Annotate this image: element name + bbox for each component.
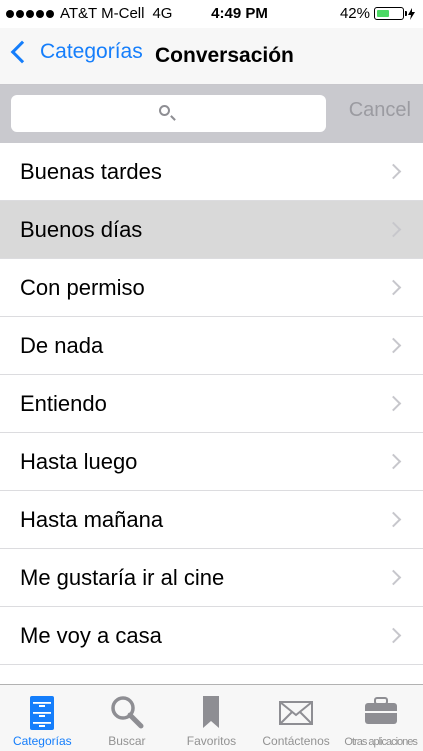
list-item[interactable]: Buenas tardes <box>0 143 423 201</box>
status-right: 42% <box>340 5 415 22</box>
list-item-label: De nada <box>20 333 104 358</box>
list-item[interactable]: Con permiso <box>0 259 423 317</box>
list-item-label: Me gustaría ir al cine <box>20 565 225 590</box>
chevron-left-icon <box>10 40 34 64</box>
chevron-right-icon <box>385 569 402 586</box>
search-bar: Cancel <box>0 85 423 143</box>
search-input[interactable] <box>11 95 326 132</box>
chevron-right-icon <box>385 337 402 354</box>
clock: 4:49 PM <box>211 5 268 22</box>
search-icon <box>111 696 144 729</box>
tab-label: Otras aplicaciones <box>344 736 417 748</box>
chevron-right-icon <box>385 395 402 412</box>
list-item[interactable]: Me gustaría ir al cine <box>0 549 423 607</box>
list-item[interactable]: Hasta mañana <box>0 491 423 549</box>
chevron-right-icon <box>385 163 402 180</box>
tab-buscar[interactable]: Buscar <box>85 685 170 751</box>
chevron-right-icon <box>385 279 402 296</box>
list-item[interactable]: Entiendo <box>0 375 423 433</box>
tab-contactenos[interactable]: Contáctenos <box>254 685 339 751</box>
list-item[interactable]: Hasta luego <box>0 433 423 491</box>
briefcase-icon <box>364 697 397 724</box>
list-item-label: Con permiso <box>20 275 145 300</box>
back-button[interactable]: Categorías <box>10 40 143 64</box>
battery-percent: 42% <box>339 5 370 22</box>
list-item-selected[interactable]: Buenos días <box>0 201 423 259</box>
list-item-label: Buenas tardes <box>20 159 162 184</box>
search-icon <box>159 105 170 116</box>
tab-otras-aplicaciones[interactable]: Otras aplicaciones <box>338 685 423 751</box>
back-button-label: Categorías <box>40 40 143 63</box>
tab-label: Categorías <box>12 734 72 748</box>
phrase-list: Buenas tardes Buenos días Con permiso De… <box>0 143 423 665</box>
chevron-right-icon <box>385 511 402 528</box>
tab-label: Buscar <box>108 734 146 748</box>
charging-icon <box>408 7 415 20</box>
status-bar: AT&T M-Cell 4G 4:49 PM 42% <box>0 0 423 28</box>
tab-label: Contáctenos <box>262 734 330 748</box>
tab-label: Favoritos <box>186 734 237 748</box>
tab-bar: Categorías Buscar Favoritos Contáctenos … <box>0 684 423 751</box>
envelope-icon <box>279 701 314 725</box>
categories-icon <box>30 696 55 730</box>
page-title: Conversación <box>155 44 294 67</box>
list-item-label: Hasta luego <box>20 449 138 474</box>
navigation-bar: Categorías Conversación <box>0 28 423 85</box>
list-item-label: Buenos días <box>20 217 143 242</box>
chevron-right-icon <box>385 221 402 238</box>
list-item-label: Entiendo <box>20 391 107 416</box>
list-item-label: Me voy a casa <box>20 623 162 648</box>
tab-categorias[interactable]: Categorías <box>0 685 85 751</box>
chevron-right-icon <box>385 627 402 644</box>
list-item[interactable]: Me voy a casa <box>0 607 423 665</box>
cancel-button[interactable]: Cancel <box>349 99 411 122</box>
chevron-right-icon <box>385 453 402 470</box>
list-item-label: Hasta mañana <box>20 507 164 532</box>
tab-favoritos[interactable]: Favoritos <box>169 685 254 751</box>
list-item[interactable]: De nada <box>0 317 423 375</box>
battery-icon <box>374 7 407 20</box>
bookmark-icon <box>203 696 220 728</box>
